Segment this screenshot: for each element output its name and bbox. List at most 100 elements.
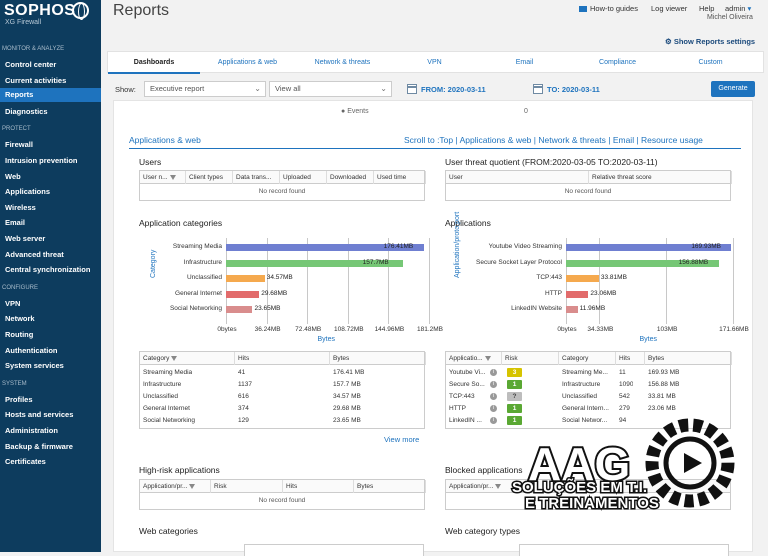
bar-value-label: 157.7MB	[362, 258, 389, 266]
sidebar-item-central-synchronization[interactable]: Central synchronization	[5, 265, 90, 274]
table-cell: 1137	[238, 381, 252, 388]
sidebar-section-label: SYSTEM	[2, 380, 27, 387]
table-cell: 23.06 MB	[648, 405, 676, 412]
x-tick-label: 0bytes	[217, 326, 237, 333]
sidebar-item-control-center[interactable]: Control center	[5, 60, 56, 69]
filter-icon[interactable]	[171, 355, 178, 361]
bar[interactable]	[566, 275, 599, 282]
info-icon[interactable]: i	[490, 369, 497, 376]
table-cell: 23.65 MB	[333, 417, 361, 424]
blocked-table-header: Application/pr...	[446, 480, 730, 493]
table-cell: Secure So...	[449, 381, 485, 388]
calendar-icon[interactable]	[407, 84, 417, 94]
table-cell: 33.81 MB	[648, 393, 676, 400]
table-cell: 1090	[619, 381, 634, 388]
column-header: Client types	[186, 171, 233, 184]
sidebar-item-routing[interactable]: Routing	[5, 330, 33, 339]
column-header-label: Bytes	[333, 355, 350, 362]
sidebar-item-firewall[interactable]: Firewall	[5, 140, 33, 149]
sidebar-item-wireless[interactable]: Wireless	[5, 203, 36, 212]
sidebar-item-intrusion-prevention[interactable]: Intrusion prevention	[5, 156, 78, 165]
sidebar-item-profiles[interactable]: Profiles	[5, 395, 33, 404]
sidebar-item-diagnostics[interactable]: Diagnostics	[5, 107, 48, 116]
view-select[interactable]: View all ⌄	[269, 81, 392, 97]
events-label-text: Events	[347, 108, 369, 115]
report-select-value: Executive report	[150, 84, 205, 93]
tab-network-threats[interactable]: Network & threats	[296, 52, 389, 74]
bar[interactable]	[226, 306, 253, 313]
info-icon[interactable]: i	[490, 381, 497, 388]
table-cell: Streaming Media	[143, 369, 193, 376]
help-link[interactable]: Help	[699, 4, 714, 13]
sidebar-item-current-activities[interactable]: Current activities	[5, 76, 66, 85]
bar[interactable]	[226, 290, 260, 298]
column-header-label: Applicatio...	[449, 355, 483, 362]
scroll-to-links[interactable]: Scroll to :Top | Applications & web | Ne…	[404, 135, 703, 145]
column-header-label: Application/pr...	[449, 483, 494, 490]
filter-icon[interactable]	[169, 174, 176, 180]
filter-icon[interactable]	[189, 483, 196, 489]
info-icon[interactable]: i	[490, 393, 497, 400]
tab-vpn[interactable]: VPN	[388, 52, 481, 74]
x-tick-label: 103MB	[656, 326, 678, 333]
webcat-title: Web categories	[139, 526, 198, 536]
y-axis-title: Category	[150, 249, 157, 278]
gridline	[429, 238, 430, 324]
report-select[interactable]: Executive report ⌄	[144, 81, 266, 97]
sidebar-item-applications[interactable]: Applications	[5, 187, 50, 196]
sidebar-section-label: PROTECT	[2, 126, 31, 133]
x-tick-label: 144.96MB	[374, 326, 405, 333]
tab-dashboards[interactable]: Dashboards	[108, 52, 200, 74]
sidebar-item-advanced-threat[interactable]: Advanced threat	[5, 250, 64, 259]
howto-link[interactable]: How-to guides	[579, 4, 638, 13]
from-date[interactable]: FROM: 2020-03-11	[421, 85, 486, 94]
sidebar-item-administration[interactable]: Administration	[5, 426, 58, 435]
category-table: Category Hits Bytes Streaming Media 41 176.4…	[139, 351, 426, 429]
table-cell: 34.57 MB	[333, 393, 361, 400]
admin-menu[interactable]: admin ▾	[725, 4, 751, 13]
tab-compliance[interactable]: Compliance	[571, 52, 664, 74]
bar[interactable]	[566, 290, 589, 298]
tab-custom[interactable]: Custom	[664, 52, 757, 74]
view-more-link[interactable]: View more	[384, 435, 419, 444]
generate-button[interactable]: Generate	[711, 81, 755, 97]
table-cell: 176.41 MB	[333, 369, 365, 376]
risk-badge: 1	[507, 416, 522, 425]
tab-email[interactable]: Email	[478, 52, 571, 74]
sidebar-item-hosts-and-services[interactable]: Hosts and services	[5, 410, 73, 419]
calendar-icon[interactable]	[533, 84, 543, 94]
sidebar-item-backup-firmware[interactable]: Backup & firmware	[5, 442, 73, 451]
sidebar-item-vpn[interactable]: VPN	[5, 299, 20, 308]
table-cell: Unclassified	[562, 393, 598, 400]
sidebar-item-reports[interactable]: Reports	[0, 88, 101, 103]
info-icon[interactable]: i	[490, 405, 497, 412]
sidebar-item-web[interactable]: Web	[5, 172, 21, 181]
events-value: 0	[524, 108, 528, 115]
bar-value-label: 34.57MB	[266, 274, 293, 281]
table-cell: General Internet	[143, 405, 190, 412]
tab-applications-web[interactable]: Applications & web	[201, 52, 294, 74]
sidebar-item-authentication[interactable]: Authentication	[5, 346, 58, 355]
table-cell: 157.7 MB	[333, 381, 361, 388]
show-settings-link[interactable]: ⚙ Show Reports settings	[665, 37, 755, 46]
sidebar-item-system-services[interactable]: System services	[5, 361, 64, 370]
table-cell: HTTP	[449, 405, 466, 412]
column-header-label: Bytes	[357, 483, 374, 490]
info-icon[interactable]: i	[490, 417, 497, 424]
column-header-label: Hits	[238, 355, 250, 362]
sidebar-item-certificates[interactable]: Certificates	[5, 457, 46, 466]
column-header: Hits	[283, 480, 354, 493]
table-cell: 616	[238, 393, 249, 400]
webcattypes-table	[519, 544, 729, 556]
filter-icon[interactable]	[495, 483, 502, 489]
filter-icon[interactable]	[484, 355, 491, 361]
bar[interactable]	[566, 306, 578, 313]
logviewer-link[interactable]: Log viewer	[651, 4, 687, 13]
sidebar-item-email[interactable]: Email	[5, 218, 25, 227]
to-date[interactable]: TO: 2020-03-11	[547, 85, 600, 94]
column-header: Risk	[502, 352, 559, 365]
x-tick-label: 72.48MB	[295, 326, 322, 333]
bar[interactable]	[226, 275, 265, 282]
sidebar-item-web-server[interactable]: Web server	[5, 234, 45, 243]
sidebar-item-network[interactable]: Network	[5, 314, 35, 323]
